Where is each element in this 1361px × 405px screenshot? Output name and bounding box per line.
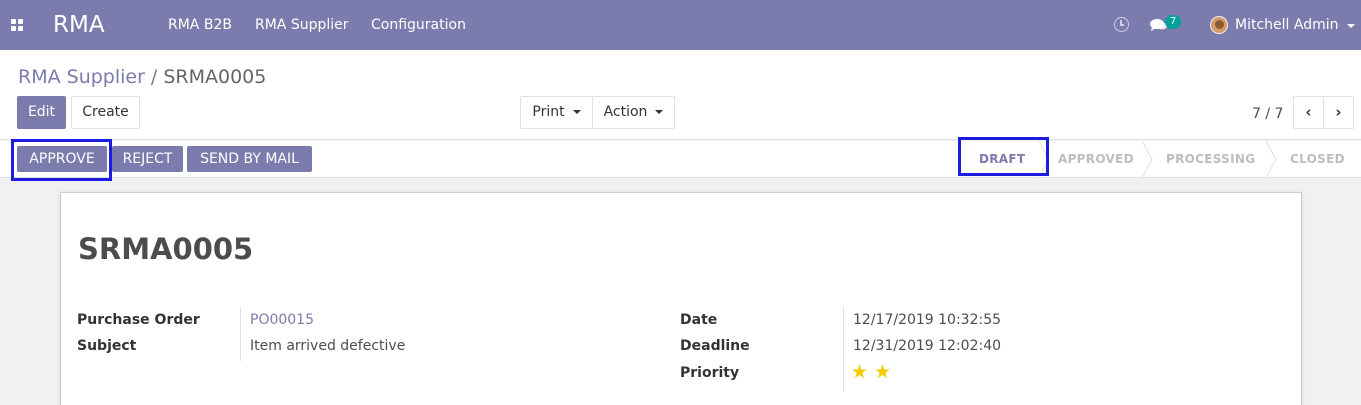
- field-divider-left: [240, 307, 241, 361]
- user-name[interactable]: Mitchell Admin: [1235, 16, 1339, 34]
- reject-button[interactable]: REJECT: [112, 146, 183, 172]
- edit-button[interactable]: Edit: [17, 96, 66, 129]
- control-panel: [0, 50, 1361, 140]
- deadline-value: 12/31/2019 12:02:40: [853, 338, 1002, 354]
- stage-closed[interactable]: CLOSED: [1290, 152, 1345, 166]
- action-dropdown-button[interactable]: Action: [592, 96, 675, 129]
- breadcrumb-current: SRMA0005: [163, 66, 267, 88]
- approve-highlight-box: [11, 139, 112, 181]
- user-menu-caret-icon[interactable]: [1347, 24, 1355, 28]
- breadcrumb-separator: /: [150, 66, 158, 88]
- purchase-order-link[interactable]: PO00015: [250, 311, 314, 329]
- purchase-order-label: Purchase Order: [77, 312, 200, 328]
- print-caret-icon: [572, 110, 581, 114]
- field-divider-right: [843, 307, 844, 392]
- menu-rma-supplier[interactable]: RMA Supplier: [255, 16, 349, 34]
- print-dropdown-button[interactable]: Print: [520, 96, 593, 129]
- breadcrumb: RMA Supplier / SRMA0005: [18, 65, 266, 89]
- action-caret-icon: [655, 110, 664, 114]
- subject-label: Subject: [77, 338, 137, 354]
- send-by-mail-button[interactable]: SEND BY MAIL: [187, 146, 312, 172]
- stage-processing[interactable]: PROCESSING: [1166, 152, 1255, 166]
- pager-previous-button[interactable]: ‹: [1293, 96, 1324, 129]
- create-button[interactable]: Create: [71, 96, 140, 129]
- priority-label: Priority: [680, 365, 740, 381]
- stage-approved[interactable]: APPROVED: [1058, 152, 1134, 166]
- priority-star-icon[interactable]: ★: [851, 362, 868, 382]
- chevron-left-icon: ‹: [1305, 103, 1312, 121]
- record-title: SRMA0005: [78, 232, 254, 266]
- activity-clock-icon[interactable]: [1114, 17, 1129, 32]
- breadcrumb-parent-link[interactable]: RMA Supplier: [18, 66, 145, 88]
- menu-rma-b2b[interactable]: RMA B2B: [168, 16, 232, 34]
- pager-next-button[interactable]: ›: [1323, 96, 1354, 129]
- priority-star-icon[interactable]: ★: [874, 362, 891, 382]
- print-label: Print: [532, 104, 565, 120]
- top-navbar: RMA RMA B2B RMA Supplier Configuration 7…: [0, 0, 1361, 50]
- stage-separator-icon: [1141, 141, 1153, 178]
- chevron-right-icon: ›: [1335, 103, 1342, 121]
- action-label: Action: [603, 104, 648, 120]
- subject-value: Item arrived defective: [250, 338, 406, 354]
- menu-configuration[interactable]: Configuration: [371, 16, 466, 34]
- pager-value[interactable]: 7 / 7: [1252, 105, 1283, 123]
- date-label: Date: [680, 312, 718, 328]
- apps-menu-icon[interactable]: [11, 19, 24, 32]
- draft-stage-highlight-box: [958, 137, 1049, 176]
- message-count-badge: 7: [1165, 15, 1181, 29]
- date-value: 12/17/2019 10:32:55: [853, 312, 1002, 328]
- deadline-label: Deadline: [680, 338, 750, 354]
- app-name[interactable]: RMA: [53, 11, 105, 39]
- stage-separator-icon: [1265, 141, 1277, 178]
- user-avatar[interactable]: [1210, 16, 1228, 34]
